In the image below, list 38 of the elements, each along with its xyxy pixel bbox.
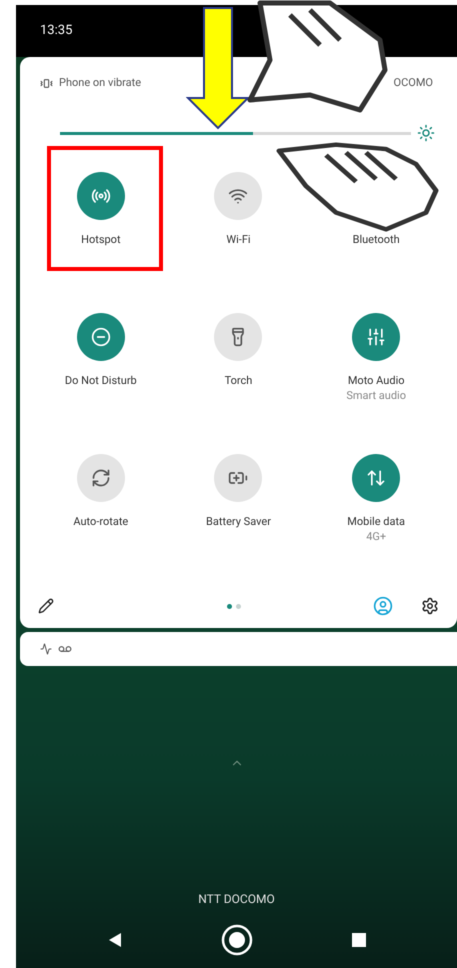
home-icon[interactable] [220, 924, 252, 956]
brightness-slider[interactable] [60, 132, 411, 134]
tile-toggle[interactable] [214, 313, 262, 361]
tile-sublabel: Smart audio [346, 388, 406, 404]
tile-toggle[interactable] [76, 172, 125, 220]
settings-icon[interactable] [421, 597, 439, 615]
do-not-disturb-icon [90, 327, 111, 347]
tile-toggle[interactable] [352, 454, 400, 502]
tile-toggle[interactable] [76, 454, 125, 502]
tile-label: Battery Saver [206, 515, 271, 529]
tile-label: Hotspot [81, 233, 121, 247]
signal-wave-icon [40, 643, 52, 655]
tile-label: Auto-rotate [73, 515, 128, 529]
tile-label: Wi-Fi [226, 233, 251, 247]
ringer-status: Phone on vibrate [59, 74, 142, 91]
tile-label: Bluetooth [352, 233, 400, 247]
status-time: 13:35 [40, 22, 72, 40]
tile-label: Mobile data [347, 515, 406, 529]
carrier-name: OCOMO [394, 74, 434, 91]
vibrate-icon [40, 76, 53, 90]
back-icon[interactable] [106, 932, 122, 948]
tile-toggle[interactable] [352, 313, 400, 361]
rotate-icon [90, 468, 111, 488]
lock-carrier: NTT DOCOMO [198, 891, 275, 908]
tile-toggle[interactable] [214, 454, 262, 502]
edit-icon[interactable] [38, 598, 54, 614]
recents-icon[interactable] [350, 932, 366, 948]
tile-label: Moto Audio [348, 374, 405, 388]
tile-toggle[interactable] [76, 313, 125, 361]
tile-label: Torch [224, 374, 252, 388]
brightness-icon [417, 124, 435, 142]
tile-toggle[interactable] [214, 172, 262, 220]
up-down-arrows-icon [366, 468, 386, 488]
equalizer-icon [366, 327, 386, 347]
tile-sublabel: 4G+ [366, 529, 386, 545]
tile-label: Do Not Disturb [64, 374, 137, 388]
user-icon[interactable] [373, 596, 393, 616]
down-arrow-icon [186, 6, 250, 130]
